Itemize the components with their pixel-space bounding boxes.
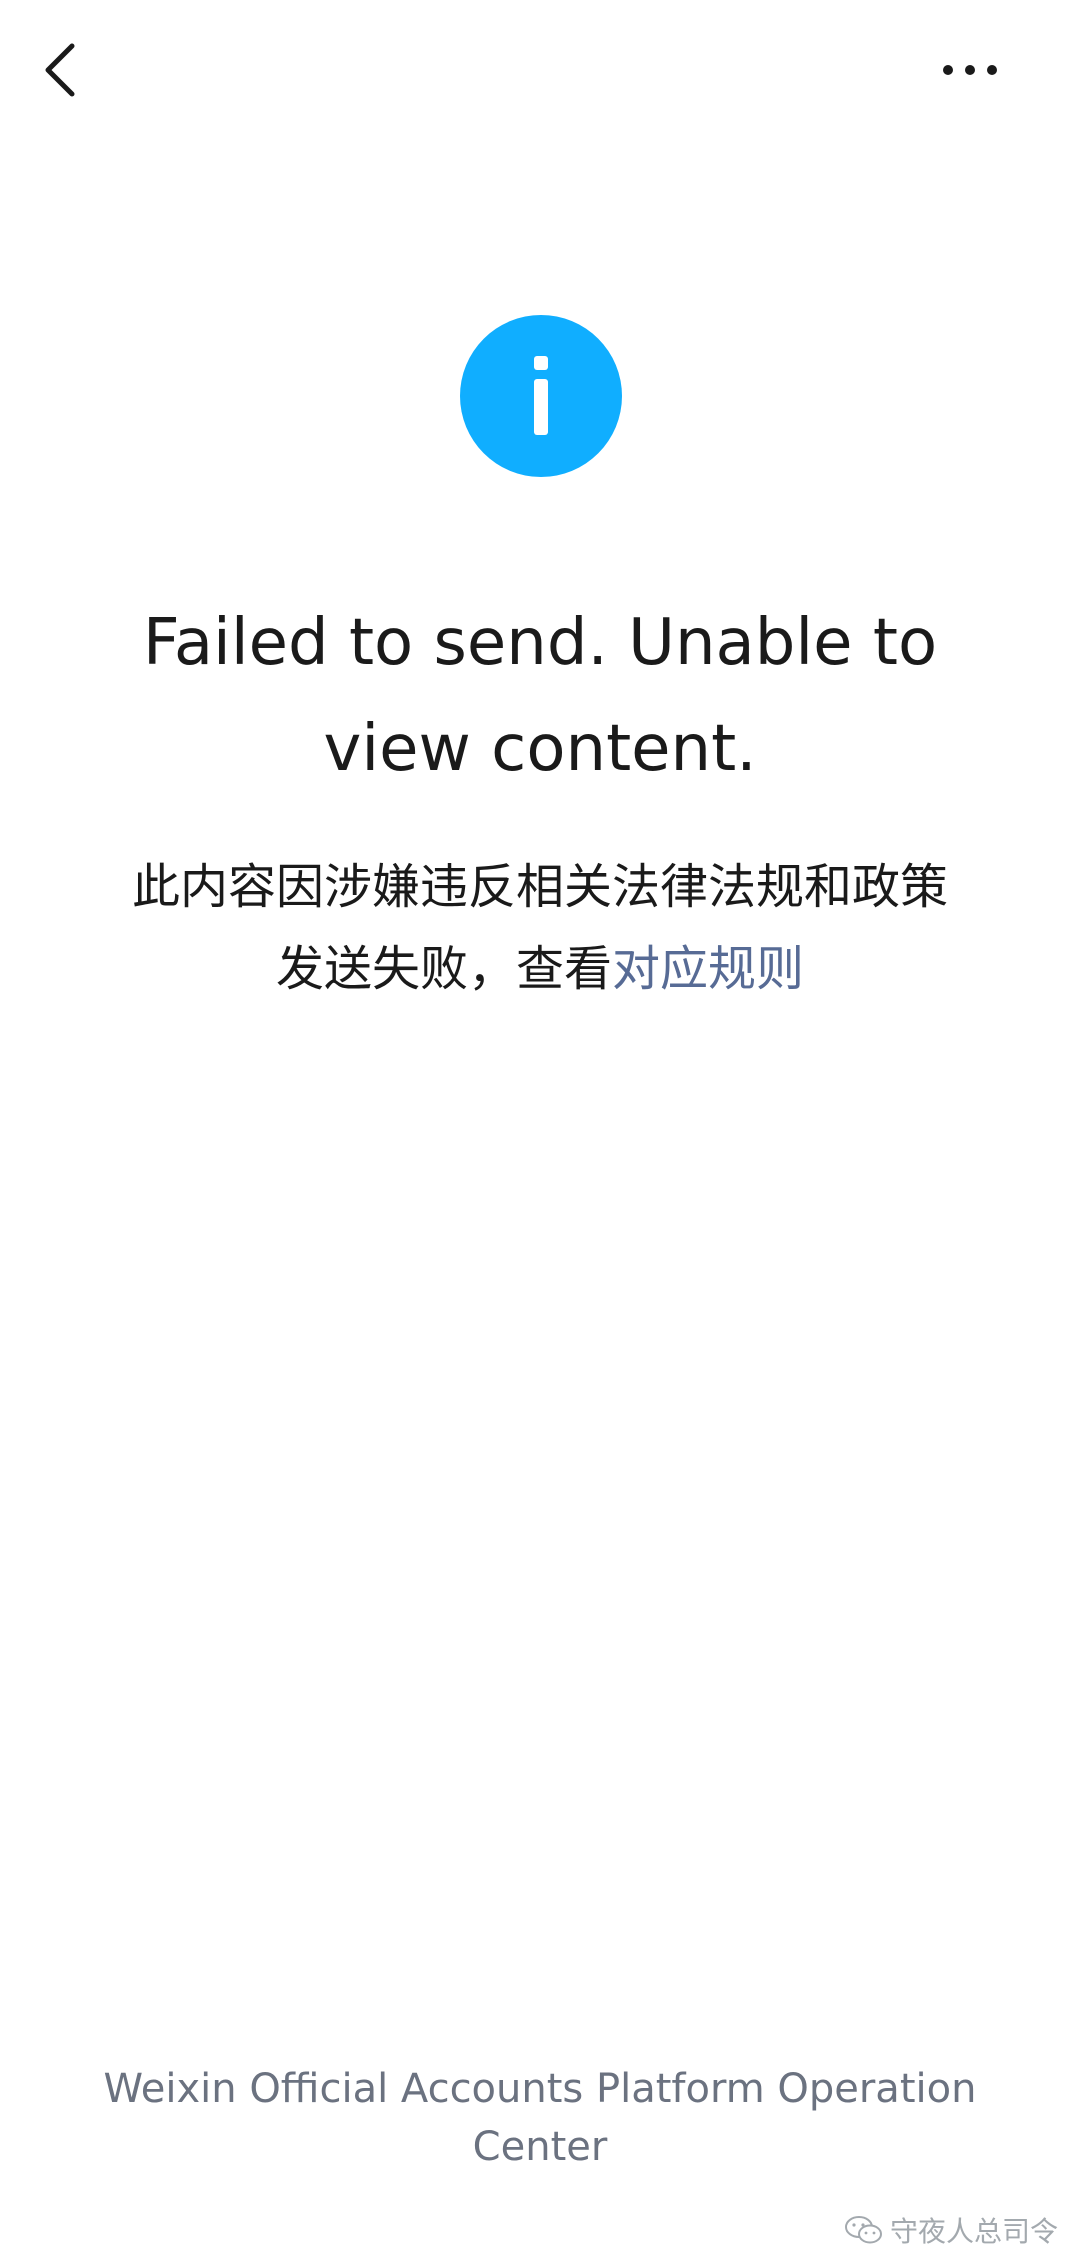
more-button[interactable] bbox=[930, 40, 1010, 100]
rule-link[interactable]: 对应规则 bbox=[612, 941, 804, 997]
description-prefix: 发送失败，查看 bbox=[275, 941, 612, 997]
chevron-left-icon bbox=[45, 43, 75, 97]
more-dots-icon bbox=[943, 65, 997, 75]
info-icon bbox=[460, 315, 622, 477]
operator-footer: Weixin Official Accounts Platform Operat… bbox=[103, 2066, 977, 2170]
watermark: 守夜人总司令 bbox=[844, 2210, 1058, 2250]
watermark-label: 守夜人总司令 bbox=[889, 2215, 1058, 2248]
back-button[interactable] bbox=[30, 30, 90, 110]
description-line-2: 发送失败，查看对应规则 bbox=[60, 928, 1020, 1010]
error-title: Failed to send. Unable to view content. bbox=[142, 606, 938, 786]
top-bar bbox=[0, 0, 1080, 140]
wechat-icon bbox=[844, 2216, 882, 2244]
error-description: 此内容因涉嫌违反相关法律法规和政策 发送失败，查看对应规则 bbox=[60, 846, 1020, 1010]
description-line-1: 此内容因涉嫌违反相关法律法规和政策 bbox=[131, 859, 948, 915]
